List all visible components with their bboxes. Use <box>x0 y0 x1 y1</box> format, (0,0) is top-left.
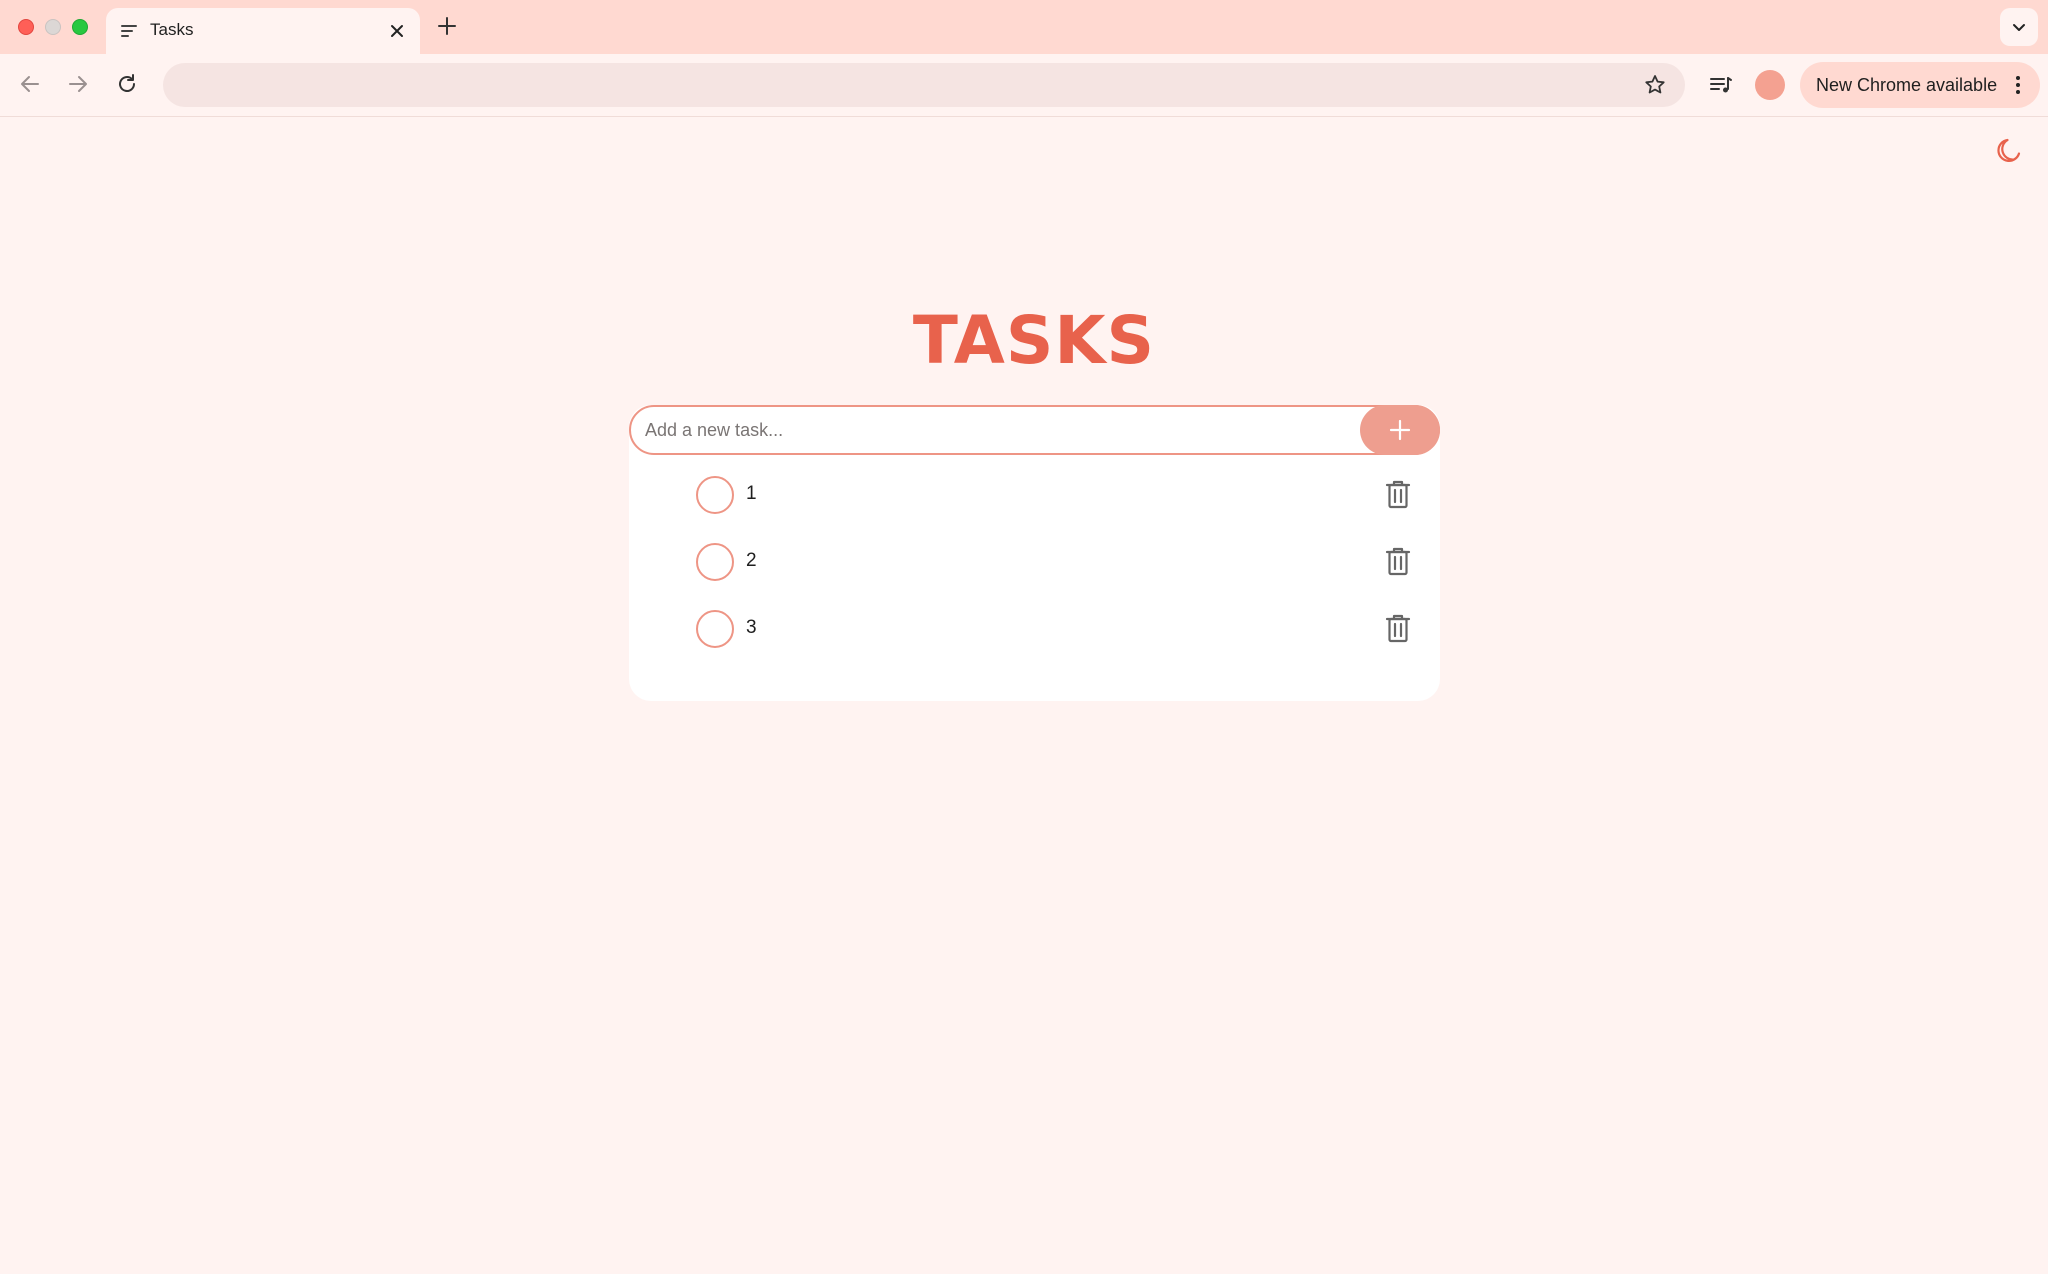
moon-icon[interactable] <box>1994 135 2024 165</box>
page-title: TASKS <box>912 302 1156 379</box>
add-task-button[interactable] <box>1360 405 1440 455</box>
task-checkbox[interactable] <box>696 543 734 581</box>
task-item: 1 <box>629 468 1440 535</box>
sort-lines-icon <box>121 25 137 37</box>
task-list: 1 2 3 <box>629 468 1440 669</box>
reload-button[interactable] <box>113 70 141 98</box>
plus-icon <box>1389 419 1411 441</box>
close-icon[interactable] <box>386 20 408 42</box>
task-text: 1 <box>746 483 757 504</box>
window-maximize-button[interactable] <box>72 19 88 35</box>
trash-icon[interactable] <box>1384 478 1412 510</box>
task-item: 2 <box>629 535 1440 602</box>
forward-button[interactable] <box>64 70 92 98</box>
task-text: 2 <box>746 550 757 571</box>
tab-tasks[interactable]: Tasks <box>106 8 420 54</box>
task-item: 3 <box>629 602 1440 669</box>
add-task-form <box>629 405 1440 455</box>
task-checkbox[interactable] <box>696 476 734 514</box>
task-checkbox[interactable] <box>696 610 734 648</box>
tab-title: Tasks <box>150 20 194 39</box>
trash-icon[interactable] <box>1384 545 1412 577</box>
update-chrome-button[interactable]: New Chrome available <box>1800 62 2040 108</box>
profile-avatar[interactable] <box>1755 70 1785 100</box>
browser-tabstrip: Tasks <box>0 0 2048 54</box>
new-task-input[interactable] <box>629 405 1440 455</box>
tab-search-button[interactable] <box>2000 8 2038 46</box>
trash-icon[interactable] <box>1384 612 1412 644</box>
update-chip-label: New Chrome available <box>1816 75 1998 95</box>
window-minimize-button[interactable] <box>45 19 61 35</box>
browser-toolbar: New Chrome available <box>0 54 2048 117</box>
address-bar[interactable] <box>163 63 1685 107</box>
chevron-down-icon <box>2013 24 2025 31</box>
new-tab-button[interactable] <box>434 13 460 39</box>
back-button[interactable] <box>16 70 44 98</box>
media-queue-icon[interactable] <box>1708 72 1734 98</box>
bookmark-star-icon[interactable] <box>1643 73 1667 97</box>
three-dots-vertical-icon <box>2016 76 2020 94</box>
window-close-button[interactable] <box>18 19 34 35</box>
task-text: 3 <box>746 617 757 638</box>
